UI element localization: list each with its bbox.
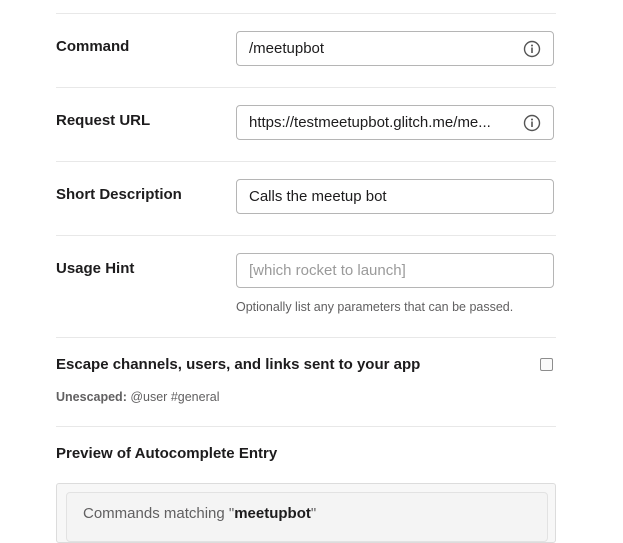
preview-matching-text: Commands matching "meetupbot"	[83, 505, 316, 522]
usage-hint-placeholder: [which rocket to launch]	[249, 262, 406, 279]
unescaped-example: Unescaped: @user #general	[56, 390, 219, 404]
unescaped-label: Unescaped:	[56, 390, 127, 404]
divider-request-url	[56, 161, 556, 162]
unescaped-value: @user #general	[130, 390, 220, 404]
divider-command	[56, 87, 556, 88]
preview-prefix: Commands matching "	[83, 505, 235, 522]
info-circle-icon[interactable]	[523, 40, 541, 58]
preview-inner: Commands matching "meetupbot"	[66, 492, 548, 542]
request-url-label: Request URL	[56, 112, 151, 129]
preview-box: Commands matching "meetupbot"	[56, 483, 556, 543]
escape-title: Escape channels, users, and links sent t…	[56, 356, 421, 373]
escape-checkbox[interactable]	[540, 358, 553, 371]
preview-suffix: "	[310, 505, 317, 522]
preview-title: Preview of Autocomplete Entry	[56, 445, 278, 462]
request-url-field[interactable]: https://testmeetupbot.glitch.me/me...	[236, 105, 554, 140]
usage-hint-label: Usage Hint	[56, 260, 135, 277]
divider-short-description	[56, 235, 556, 236]
info-circle-icon[interactable]	[523, 114, 541, 132]
preview-term: meetupbot	[234, 505, 311, 522]
command-field[interactable]: /meetupbot	[236, 31, 554, 66]
usage-hint-field[interactable]: [which rocket to launch]	[236, 253, 554, 288]
short-description-value: Calls the meetup bot	[249, 188, 387, 205]
command-label: Command	[56, 38, 130, 55]
top-divider	[56, 13, 556, 14]
request-url-value: https://testmeetupbot.glitch.me/me...	[249, 114, 491, 131]
usage-hint-help: Optionally list any parameters that can …	[236, 300, 514, 314]
short-description-label: Short Description	[56, 186, 182, 203]
short-description-field[interactable]: Calls the meetup bot	[236, 179, 554, 214]
divider-escape	[56, 426, 556, 427]
divider-usage-hint	[56, 337, 556, 338]
command-value: /meetupbot	[249, 40, 325, 57]
